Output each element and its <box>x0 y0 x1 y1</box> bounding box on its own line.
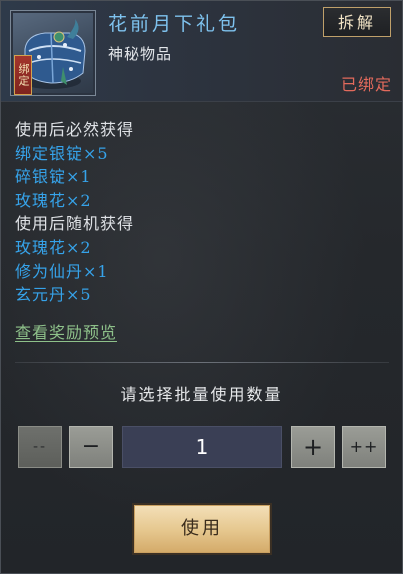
description-line: 玄元丹×5 <box>15 285 92 305</box>
description-line: 碎银锭×1 <box>15 167 92 187</box>
bound-status: 已绑定 <box>340 75 392 94</box>
item-icon-frame: 绑定 <box>10 10 96 96</box>
decrease-button[interactable]: − <box>69 426 113 468</box>
increase-many-button[interactable]: ++ <box>342 426 386 468</box>
use-button[interactable]: 使用 <box>134 505 270 553</box>
section-divider <box>15 362 389 363</box>
reward-preview-link[interactable]: 查看奖励预览 <box>15 319 117 343</box>
bound-tag: 绑定 <box>14 55 32 95</box>
dismantle-button[interactable]: 拆解 <box>323 7 391 37</box>
item-type: 神秘物品 <box>108 45 173 63</box>
quantity-input[interactable]: 1 <box>122 426 282 468</box>
description-line: 玫瑰花×2 <box>15 237 92 257</box>
item-header: 绑定 花前月下礼包 神秘物品 已绑定 拆解 <box>1 1 402 102</box>
quantity-prompt: 请选择批量使用数量 <box>120 385 283 404</box>
increase-button[interactable]: + <box>291 426 335 468</box>
description-line: 绑定银锭×5 <box>15 143 109 163</box>
description-line: 玫瑰花×2 <box>15 190 92 210</box>
decrease-many-button[interactable]: -- <box>18 426 62 468</box>
item-description: 使用后必然获得 绑定银锭×5 碎银锭×1 玫瑰花×2 使用后随机获得 玫瑰花×2… <box>15 118 134 307</box>
item-name: 花前月下礼包 <box>108 13 241 35</box>
description-line: 修为仙丹×1 <box>15 261 109 281</box>
item-detail-panel: 绑定 花前月下礼包 神秘物品 已绑定 拆解 使用后必然获得 绑定银锭×5 碎银锭… <box>0 0 403 574</box>
description-line: 使用后必然获得 <box>15 120 135 139</box>
description-line: 使用后随机获得 <box>15 214 135 234</box>
